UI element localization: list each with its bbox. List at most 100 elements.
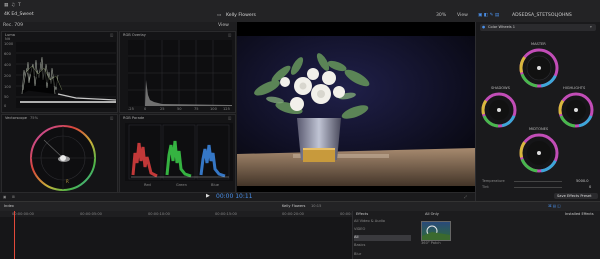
- effects-title: Effects: [356, 212, 369, 216]
- timeline-tools-icon[interactable]: ⌘ ▤ ◫: [548, 204, 561, 208]
- rgb-overlay-panel: RGB Overlay -25 0 25 50 75 100 125 ◫: [119, 31, 236, 113]
- temperature-slider[interactable]: [514, 181, 562, 182]
- luma-tick: 50: [4, 95, 9, 99]
- effects-category-selected[interactable]: All: [354, 235, 411, 241]
- media-icon[interactable]: ♫: [11, 3, 15, 9]
- tint-slider[interactable]: [514, 187, 562, 188]
- timecode[interactable]: 00:00 10:11: [216, 193, 253, 201]
- inspector-icons[interactable]: ▣ ◧ ✎ ▤: [478, 13, 499, 19]
- installed-effects-label[interactable]: Installed Effects: [565, 212, 594, 216]
- chevron-down-icon[interactable]: ▾: [590, 25, 592, 29]
- effects-category[interactable]: All Video & Audio: [354, 219, 411, 225]
- title-bar: ▦ ♫ T 4K Ed_Sweet Kelly Flowers ▭ 30% Vi…: [0, 0, 600, 23]
- mask-label: Color Wheels 1: [488, 25, 516, 29]
- x-tick: 0: [144, 107, 147, 111]
- luma-tick: 200: [4, 74, 11, 78]
- save-effects-preset-label: Save Effects Preset: [557, 194, 592, 198]
- scope-standard[interactable]: Rec. 709: [3, 23, 23, 29]
- wheel-label-master: MASTER: [531, 42, 546, 46]
- parade-blue-label: Blue: [211, 183, 219, 187]
- parade-red-label: Red: [144, 183, 151, 187]
- x-tick: 75: [194, 107, 199, 111]
- save-effects-preset-button[interactable]: Save Effects Preset: [554, 193, 598, 199]
- rgb-overlay-xticks: -25 0 25 50 75 100 125: [128, 107, 232, 112]
- library-icon[interactable]: ▦: [4, 3, 8, 9]
- effect-thumbnail[interactable]: [421, 221, 451, 241]
- video-frame: [237, 36, 475, 186]
- viewer-clip-name: Kelly Flowers: [226, 13, 256, 18]
- viewer-view-menu[interactable]: View: [457, 13, 468, 19]
- wheel-label-highlights: HIGHLIGHTS: [563, 86, 586, 90]
- rgb-overlay-histogram: [128, 40, 232, 106]
- tint-value[interactable]: 0: [589, 185, 591, 189]
- rgb-parade-label: RGB Parade: [123, 116, 145, 120]
- luma-unit: Nit: [5, 37, 11, 41]
- color-wheel-shadows[interactable]: [481, 92, 517, 128]
- x-tick: 125: [223, 107, 230, 111]
- fullscreen-icon[interactable]: ⤢: [464, 195, 467, 199]
- color-wheel-midtones[interactable]: [519, 133, 559, 173]
- luma-tick: 400: [4, 63, 11, 67]
- vectorscope: R: [30, 125, 96, 191]
- luma-tick: 600: [4, 52, 11, 56]
- film-icon: ▭: [217, 13, 222, 18]
- timeline-duration: 10:15: [311, 204, 322, 208]
- effects-filter[interactable]: All Only: [425, 212, 439, 216]
- effects-category-list: All Video & Audio VIDEO All Basics Blur: [353, 218, 413, 259]
- timeline-tracks[interactable]: [0, 217, 352, 259]
- scope-settings-icon[interactable]: ◫: [110, 116, 113, 120]
- scope-settings-icon[interactable]: ◫: [110, 33, 113, 37]
- scope-settings-icon[interactable]: ◫: [228, 116, 231, 120]
- scope-settings-icon[interactable]: ◫: [228, 33, 231, 37]
- x-tick: 25: [160, 107, 165, 111]
- luma-tick: 100: [4, 85, 11, 89]
- ruler-tick: 00:00:00:00: [12, 212, 34, 216]
- inspector: ● Color Wheels 1 ▾ MASTER SHADOWS HIGHLI…: [475, 22, 600, 201]
- ruler-tick: 00:00:10:00: [148, 212, 170, 216]
- mask-dot-icon: ●: [482, 25, 486, 29]
- zoom-menu[interactable]: 30%: [436, 13, 446, 19]
- color-wheel-highlights[interactable]: [558, 92, 594, 128]
- color-wheel-master[interactable]: [519, 48, 559, 88]
- temperature-label: Temperature: [482, 179, 505, 183]
- vectorscope-label: Vectorscope: [5, 116, 27, 120]
- timeline-clip-name: Kelly Flowers: [282, 204, 306, 208]
- rgb-parade: [125, 123, 233, 181]
- project-name: 4K Ed_Sweet: [4, 12, 34, 17]
- luma-ticks: 1000 600 400 200 100 50 0: [4, 42, 16, 108]
- vectorscope-sub: 75%: [30, 116, 38, 120]
- luma-tick: 0: [4, 104, 7, 108]
- index-button[interactable]: Index: [4, 204, 14, 208]
- scope-layout-icon[interactable]: ▣: [3, 195, 6, 199]
- luma-tick: 1000: [4, 42, 14, 46]
- titles-icon[interactable]: T: [18, 3, 21, 9]
- ruler-tick: 00:00:20:00: [282, 212, 304, 216]
- x-tick: 100: [210, 107, 217, 111]
- play-icon[interactable]: ▶: [206, 194, 210, 199]
- ruler-tick: 00:00:05:00: [80, 212, 102, 216]
- effects-category[interactable]: VIDEO: [354, 227, 411, 233]
- effect-preview-icon: [422, 225, 450, 240]
- x-tick: 50: [177, 107, 182, 111]
- vectorscope-panel: Vectorscope 75% R ◫: [1, 114, 118, 193]
- effects-category[interactable]: Basics: [354, 243, 411, 249]
- tint-label: Tint: [482, 185, 489, 189]
- scope-add-icon[interactable]: ⊞: [12, 195, 15, 199]
- inspector-title: ADSEDSA_STETSOLJOHNS: [512, 13, 572, 18]
- mask-selector[interactable]: ● Color Wheels 1 ▾: [480, 24, 596, 31]
- wheel-label-midtones: MIDTONES: [529, 127, 549, 131]
- effects-browser: Effects All Only Installed Effects All V…: [352, 211, 600, 259]
- parade-green-label: Green: [176, 183, 187, 187]
- rgb-overlay-label: RGB Overlay: [123, 33, 146, 37]
- effect-thumbnail-name: 360° Patch: [421, 241, 441, 245]
- viewer[interactable]: [237, 22, 475, 192]
- effects-category[interactable]: Blur: [354, 252, 411, 258]
- scopes-view-menu[interactable]: View: [218, 23, 229, 29]
- temperature-value[interactable]: 5000.0: [576, 179, 589, 183]
- ruler-tick: 00:00:15:00: [215, 212, 237, 216]
- luma-waveform-panel: Luma Nit 1000 600 400 200 100 50 0 ◫: [1, 31, 118, 113]
- rgb-parade-panel: RGB Parade Red Green Blue ◫: [119, 114, 236, 193]
- svg-text:R: R: [66, 179, 69, 184]
- wheel-label-shadows: SHADOWS: [491, 86, 510, 90]
- playhead[interactable]: [14, 211, 15, 259]
